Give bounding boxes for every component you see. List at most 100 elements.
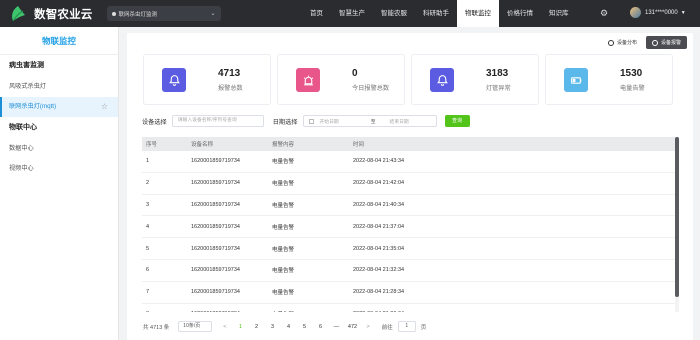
- caret-down-icon: ▼: [680, 9, 686, 16]
- page-unit: 页: [420, 324, 427, 331]
- table-cell: 6: [146, 267, 150, 274]
- table-cell: 2: [146, 180, 150, 187]
- logo-icon: [12, 5, 25, 21]
- pagination: 共 4713 条 10条/页 < 1 2 3 4 5 6—472 > 前往 1 页: [143, 321, 426, 332]
- main-nav: 首页 智慧生产 智能农服 科研助手 物联监控 价格行情 知识库: [302, 0, 577, 27]
- start-date-field[interactable]: 开始日期: [320, 118, 339, 125]
- table-cell: 3: [146, 201, 150, 208]
- table-cell: 1: [146, 158, 150, 165]
- table-cell: 2022-08-04 21:32:34: [353, 267, 405, 274]
- star-icon[interactable]: ☆: [101, 97, 108, 117]
- table-row[interactable]: 3 1620001859719734 电量告警 2022-08-04 21:40:34: [142, 195, 679, 217]
- table-cell: 1620001859719734: [191, 289, 240, 296]
- next-page-icon[interactable]: >: [367, 324, 370, 330]
- sidebar-item-mqtt-lamp[interactable]: 联网杀虫灯(mqtt) ☆: [0, 97, 118, 117]
- table-cell: 电量告警: [272, 310, 353, 313]
- stat-card: 0 今日报警总数: [277, 54, 405, 105]
- gear-icon[interactable]: ⚙: [600, 8, 608, 19]
- brand-name: 数智农业云: [34, 8, 93, 21]
- sidebar-group-pest: 病虫害监测: [9, 62, 44, 69]
- table-row[interactable]: 5 1620001859719734 电量告警 2022-08-04 21:35:04: [142, 238, 679, 260]
- nav-item[interactable]: 智能农服: [373, 0, 415, 27]
- farm-select-value: 联网杀虫灯监测: [118, 11, 158, 18]
- table-cell: 1620001859719734: [191, 311, 272, 312]
- nav-item[interactable]: 智慧生产: [331, 0, 373, 27]
- end-date-field[interactable]: 结束日期: [390, 118, 409, 125]
- sidebar: 物联监控 病虫害监测 风吸式杀虫灯 联网杀虫灯(mqtt) ☆ 物联中心 数据中…: [0, 27, 119, 340]
- page-number[interactable]: 6: [313, 324, 329, 330]
- table-row[interactable]: 81620001859719734电量告警2022-08-04 21:26:04: [142, 304, 679, 312]
- search-button[interactable]: 查询: [444, 115, 470, 127]
- device-select-label: 设备选择: [142, 118, 167, 126]
- location-icon: [111, 11, 116, 16]
- table-row[interactable]: 6 1620001859719734 电量告警 2022-08-04 21:32:34: [142, 260, 679, 282]
- table-header: 序号 设备名称 报警内容 时间: [142, 137, 679, 151]
- table-cell: 电量告警: [272, 181, 295, 188]
- device-alarm-label: 设备报警: [660, 40, 681, 46]
- table-cell: 1620001859719734: [191, 158, 240, 165]
- page-number[interactable]: —: [329, 324, 345, 330]
- stat-value: 1530: [620, 68, 643, 79]
- col-header-alarm: 报警内容: [272, 142, 295, 148]
- sidebar-group-iot: 物联中心: [9, 124, 37, 131]
- scrollbar-thumb[interactable]: [675, 137, 679, 297]
- device-search-input[interactable]: 请输入设备名称/序列号查询: [171, 115, 264, 127]
- stat-value: 3183: [486, 68, 509, 79]
- goto-page-input[interactable]: 1: [397, 321, 416, 332]
- page-number[interactable]: 1: [233, 324, 249, 330]
- table-cell: 2022-08-04 21:35:04: [353, 245, 405, 252]
- stat-cards: 4713 报警总数 0 今日报警总数 3183 灯管异常 1530 电量告警: [143, 54, 679, 105]
- nav-item[interactable]: 物联监控: [457, 0, 499, 27]
- table-row[interactable]: 2 1620001859719734 电量告警 2022-08-04 21:42:04: [142, 173, 679, 195]
- stat-card: 4713 报警总数: [143, 54, 271, 105]
- page-number[interactable]: 5: [297, 324, 313, 330]
- user-menu[interactable]: 131****0000 ▼: [630, 7, 686, 18]
- stat-label: 电量告警: [620, 85, 645, 92]
- top-bar: 数智农业云 联网杀虫灯监测 ⌄ 首页 智慧生产 智能农服 科研助手 物联监控 价格行情 知识…: [0, 0, 700, 27]
- nav-item[interactable]: 价格行情: [499, 0, 541, 27]
- sidebar-item-label: 联网杀虫灯(mqtt): [9, 103, 57, 110]
- page-number[interactable]: 3: [265, 324, 281, 330]
- sidebar-item-data-center[interactable]: 数据中心: [0, 139, 118, 159]
- device-distribution-button[interactable]: 设备分布: [602, 36, 643, 49]
- logo[interactable]: 数智农业云: [8, 4, 93, 24]
- table-cell: 1620001859719734: [191, 223, 240, 230]
- sidebar-item-video-center[interactable]: 视频中心: [0, 159, 118, 179]
- table-row[interactable]: 1 1620001859719734 电量告警 2022-08-04 21:43:34: [142, 151, 679, 173]
- user-name: 131****0000: [645, 9, 678, 16]
- table-cell: 电量告警: [272, 290, 295, 297]
- device-alarm-button[interactable]: 设备报警: [645, 36, 687, 49]
- nav-item[interactable]: 首页: [302, 0, 331, 27]
- table-cell: 2022-08-04 21:40:34: [353, 201, 405, 208]
- date-range-picker[interactable]: 开始日期 至 结束日期: [302, 115, 437, 127]
- prev-page-icon[interactable]: <: [223, 324, 226, 330]
- calendar-icon: [308, 118, 314, 124]
- table-cell: 电量告警: [272, 268, 295, 275]
- table-cell: 2022-08-04 21:42:04: [353, 180, 405, 187]
- nav-item[interactable]: 科研助手: [415, 0, 457, 27]
- nav-item[interactable]: 知识库: [541, 0, 577, 27]
- toolbar: 设备分布 设备报警: [599, 36, 687, 49]
- table-cell: 2022-08-04 21:37:04: [353, 223, 405, 230]
- table-cell: 1620001859719734: [191, 267, 240, 274]
- page-size-select[interactable]: 10条/页: [178, 321, 213, 332]
- table-cell: 1620001859719734: [191, 201, 240, 208]
- main-panel: 设备分布 设备报警 4713 报警总数 0 今日报警总数 3183 灯管异常 1530 电量告…: [127, 33, 693, 340]
- stat-label: 灯管异常: [486, 85, 511, 92]
- bell-icon: [162, 68, 186, 92]
- stat-card: 3183 灯管异常: [411, 54, 539, 105]
- sidebar-item-wind-lamp[interactable]: 风吸式杀虫灯: [0, 77, 118, 97]
- table-cell: 2022-08-04 21:28:34: [353, 289, 405, 296]
- farm-select[interactable]: 联网杀虫灯监测 ⌄: [106, 6, 221, 21]
- page-number[interactable]: 2: [249, 324, 265, 330]
- sidebar-title: 物联监控: [0, 27, 118, 55]
- alarm-icon: [651, 39, 658, 46]
- page-number[interactable]: 472: [345, 324, 361, 330]
- table-row[interactable]: 4 1620001859719734 电量告警 2022-08-04 21:37:04: [142, 216, 679, 239]
- table-row[interactable]: 7 1620001859719734 电量告警 2022-08-04 21:28:34: [142, 282, 679, 304]
- scrollbar[interactable]: [675, 137, 679, 312]
- col-header-device: 设备名称: [191, 142, 214, 148]
- page-number[interactable]: 4: [281, 324, 297, 330]
- table-body: 1 1620001859719734 电量告警 2022-08-04 21:43:34…: [142, 151, 679, 312]
- table-cell: 电量告警: [272, 202, 295, 209]
